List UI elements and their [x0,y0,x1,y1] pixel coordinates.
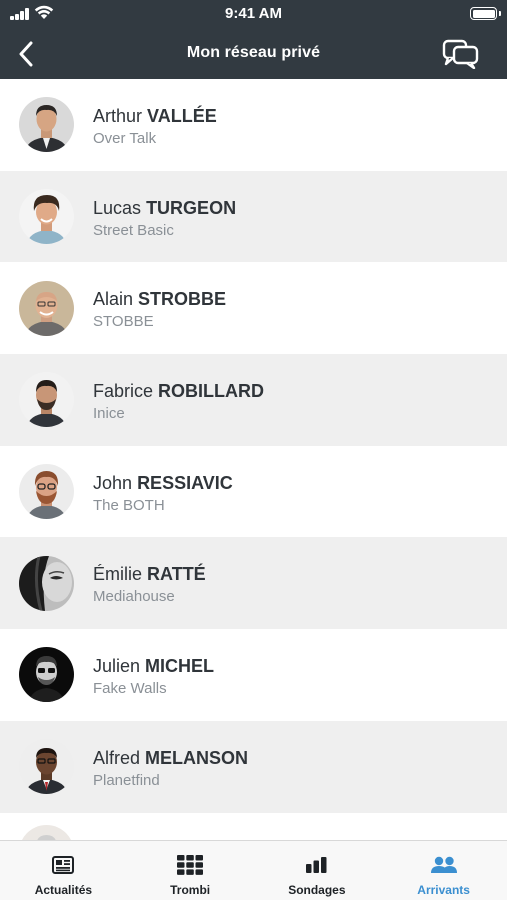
tab-actualites[interactable]: Actualités [0,841,127,900]
first-name: John [93,472,133,493]
tab-label: Trombi [170,883,211,897]
tab-label: Actualités [34,883,93,897]
people-icon [430,854,457,876]
tab-arrivants[interactable]: Arrivants [380,841,507,900]
last-name: RESSIAVIC [137,472,233,493]
contact-company: Fake Walls [93,680,167,698]
contact-company: Inice [93,405,125,423]
contact-company: Over Talk [93,130,157,147]
tab-sondages[interactable]: Sondages [254,841,381,900]
status-bar: 9:41 AM [0,0,507,28]
contact-row[interactable]: Émilie RATTÉ Mediahouse [0,537,507,630]
newspaper-icon [52,854,75,876]
contact-row[interactable]: Fabrice ROBILLARD Inice [0,354,507,446]
contact-name: John RESSIAVIC [93,472,233,494]
avatar [19,555,74,611]
contact-list[interactable]: Arthur VALLÉE Over Talk Lucas TURGEON St… [0,79,507,840]
tab-label: Sondages [288,883,346,897]
first-name: Lucas [93,197,142,218]
contact-name: Alain STROBBE [93,288,226,310]
contact-name: Alfred MELANSON [93,747,248,769]
contact-company: Street Basic [93,221,174,239]
contact-company: The BOTH [93,496,165,514]
first-name: Alfred [93,747,141,768]
contact-row[interactable]: Arthur VALLÉE Over Talk [0,79,507,171]
last-name: MELANSON [145,747,249,768]
contact-company: STOBBE [93,313,154,331]
first-name: Fabrice [93,381,154,402]
top-bar: 9:41 AM Mon réseau privé [0,0,507,79]
last-name: ROBILLARD [158,381,265,402]
first-name: Émilie [93,564,143,585]
status-time: 9:41 AM [225,5,282,22]
last-name: VALLÉE [147,106,217,126]
avatar [19,464,74,520]
first-name: Arthur [93,106,143,126]
last-name: RATTÉ [147,564,206,585]
contact-row[interactable]: Lucas TURGEON Street Basic [0,170,507,263]
grid-icon [177,854,204,876]
contact-name: Arthur VALLÉE [93,105,217,127]
contact-company: Planetfind [93,771,160,789]
first-name: Alain [93,289,134,310]
battery-icon [470,7,501,20]
bar-chart-icon [305,854,328,876]
contact-company: Mediahouse [93,588,175,606]
avatar [19,824,74,840]
contact-name: Émilie RATTÉ [93,563,206,585]
contact-row[interactable]: Julien MICHEL Fake Walls [0,629,507,721]
page-title: Mon réseau privé [186,44,321,61]
contact-row[interactable] [0,812,507,840]
chat-bubbles-icon [442,39,479,69]
last-name: MICHEL [145,656,215,677]
last-name: STROBBE [138,289,227,310]
contact-name: Fabrice ROBILLARD [93,380,264,402]
tab-bar: Actualités Trombi Sondages Arrivants [0,840,507,900]
nav-row: Mon réseau privé [0,28,507,79]
contact-name: Julien MICHEL [93,655,214,677]
avatar [19,372,74,428]
contact-name: Lucas TURGEON [93,197,236,219]
tab-trombi[interactable]: Trombi [127,841,254,900]
avatar [19,647,74,703]
avatar [19,189,74,245]
contact-row[interactable]: Alfred MELANSON Planetfind [0,720,507,813]
first-name: Julien [93,656,141,677]
avatar [19,97,74,153]
tab-label: Arrivants [417,883,470,897]
avatar [19,280,74,336]
avatar [19,739,74,795]
contact-row[interactable]: John RESSIAVIC The BOTH [0,445,507,538]
last-name: TURGEON [146,197,237,218]
contact-row[interactable]: Alain STROBBE STOBBE [0,262,507,355]
chat-button[interactable] [441,36,481,72]
